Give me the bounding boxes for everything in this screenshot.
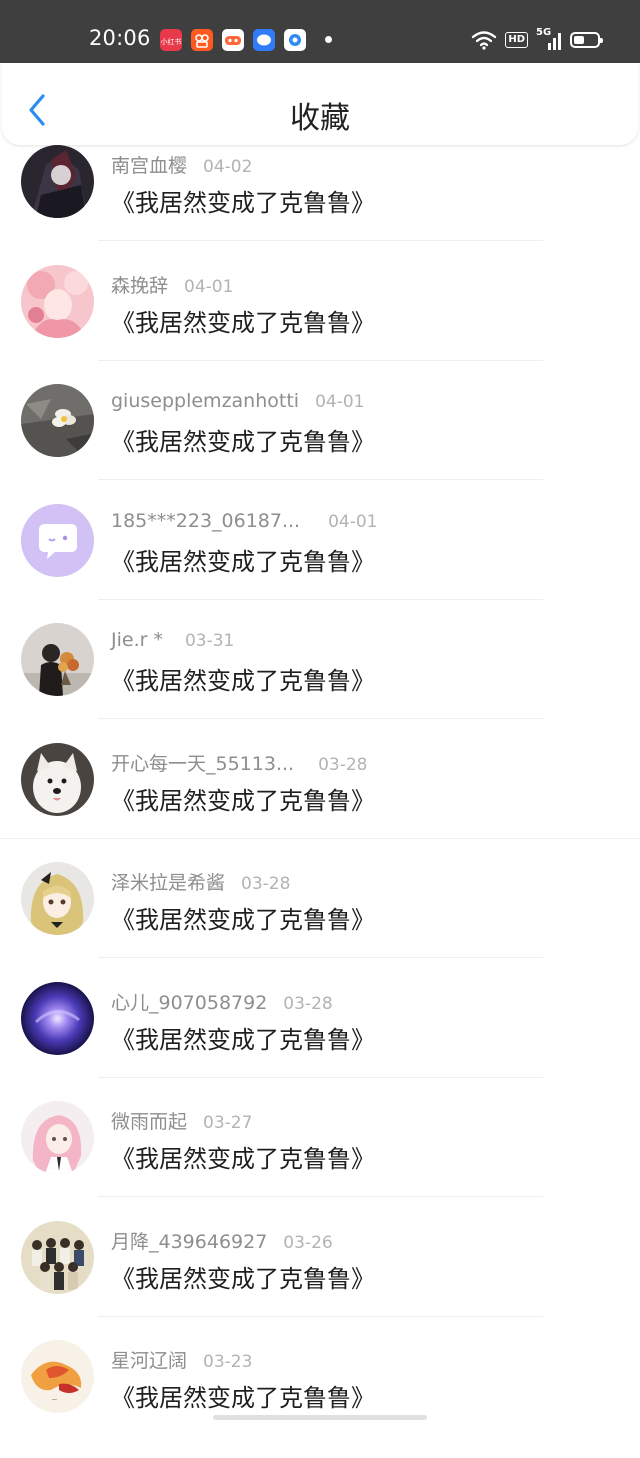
blonde-anime-avatar xyxy=(21,862,94,935)
more-notifications-dot xyxy=(325,36,332,43)
divider xyxy=(98,479,543,480)
item-meta: 微雨而起 03-27 xyxy=(111,1107,252,1134)
date: 04-01 xyxy=(184,276,234,297)
book-title[interactable]: 《我居然变成了克鲁鲁》 xyxy=(111,1259,375,1294)
username[interactable]: Jie.r * xyxy=(111,629,163,651)
group-photo-avatar xyxy=(21,1220,94,1294)
item-meta: 星河辽阔 03-23 xyxy=(111,1346,252,1373)
notification-app-icons: 小红书 xyxy=(160,29,306,51)
hd-badge: HD xyxy=(505,32,528,48)
username[interactable]: 森挽辞 xyxy=(111,275,168,297)
painting-avatar: ~ xyxy=(21,1340,94,1413)
list-item[interactable]: 月降_439646927 03-26 《我居然变成了克鲁鲁》 xyxy=(0,1219,640,1339)
divider xyxy=(98,1076,543,1078)
date: 03-27 xyxy=(203,1113,253,1133)
date: 04-01 xyxy=(315,392,365,412)
date: 04-02 xyxy=(203,157,253,177)
dark-anime-avatar xyxy=(21,145,94,218)
divider xyxy=(98,359,543,361)
list-item[interactable]: giusepplemzanhotti 04-01 《我居然变成了克鲁鲁》 xyxy=(0,382,640,502)
pink-hair-girl-avatar xyxy=(21,1101,94,1174)
book-title[interactable]: 《我居然变成了克鲁鲁》 xyxy=(111,661,375,696)
book-title[interactable]: 《我居然变成了克鲁鲁》 xyxy=(111,781,375,816)
svg-text:~: ~ xyxy=(51,1395,58,1404)
book-title[interactable]: 《我居然变成了克鲁鲁》 xyxy=(111,542,375,577)
svg-text:小红书: 小红书 xyxy=(161,37,182,46)
camera-app-icon xyxy=(284,29,306,51)
date: 03-28 xyxy=(283,993,333,1014)
item-meta: 泽米拉是希酱 03-28 xyxy=(111,868,290,895)
pink-anime-avatar xyxy=(21,264,94,338)
divider xyxy=(98,957,543,958)
username[interactable]: 月降_439646927 xyxy=(111,1231,267,1253)
status-time: 20:06 xyxy=(89,26,151,50)
page-title: 收藏 xyxy=(290,101,350,136)
list-item[interactable]: Jie.r * 03-31 《我居然变成了克鲁鲁》 xyxy=(0,621,640,741)
list-item[interactable]: 185***223_06187... 04-01 《我居然变成了克鲁鲁》 xyxy=(0,502,640,622)
wifi-icon xyxy=(472,31,497,50)
book-title[interactable]: 《我居然变成了克鲁鲁》 xyxy=(111,422,375,457)
username[interactable]: 心儿_907058792 xyxy=(111,992,267,1014)
username[interactable]: giusepplemzanhotti xyxy=(111,390,299,412)
username[interactable]: 南宫血樱 xyxy=(111,155,187,177)
username[interactable]: 泽米拉是希酱 xyxy=(111,872,225,894)
book-title[interactable]: 《我居然变成了克鲁鲁》 xyxy=(111,303,375,338)
signal-5g-icon: 5G xyxy=(536,27,562,51)
date: 03-23 xyxy=(203,1352,253,1372)
divider xyxy=(98,718,543,719)
date: 03-28 xyxy=(241,874,291,894)
username[interactable]: 185***223_06187... xyxy=(111,510,300,532)
list-item[interactable]: 心儿_907058792 03-28 《我居然变成了克鲁鲁》 xyxy=(0,980,640,1100)
divider xyxy=(98,240,543,241)
divider xyxy=(98,598,543,600)
book-title[interactable]: 《我居然变成了克鲁鲁》 xyxy=(111,1020,375,1055)
galaxy-avatar xyxy=(21,981,94,1055)
xiaohongshu-app-icon: 小红书 xyxy=(160,29,182,51)
date: 04-01 xyxy=(328,511,378,532)
list-item[interactable]: 泽米拉是希酱 03-28 《我居然变成了克鲁鲁》 xyxy=(0,860,640,980)
list-item[interactable]: ~ 星河辽阔 03-23 《我居然变成了克鲁鲁》 xyxy=(0,1338,640,1458)
book-title[interactable]: 《我居然变成了克鲁鲁》 xyxy=(111,900,375,935)
book-title[interactable]: 《我居然变成了克鲁鲁》 xyxy=(111,1378,375,1413)
favorites-list: 南宫血樱 04-02 《我居然变成了克鲁鲁》 森挽辞 04-01 《我居然变成了克鲁… xyxy=(0,145,640,1458)
item-meta: 心儿_907058792 03-28 xyxy=(111,988,333,1015)
list-item[interactable]: 微雨而起 03-27 《我居然变成了克鲁鲁》 xyxy=(0,1099,640,1219)
item-meta: giusepplemzanhotti 04-01 xyxy=(111,390,364,412)
list-item[interactable]: 开心每一天_55113... 03-28 《我居然变成了克鲁鲁》 xyxy=(0,741,640,861)
divider xyxy=(98,1196,543,1197)
username[interactable]: 微雨而起 xyxy=(111,1111,187,1133)
item-meta: 开心每一天_55113... 03-28 xyxy=(111,749,367,776)
chat-app-icon xyxy=(253,29,275,51)
username[interactable]: 星河辽阔 xyxy=(111,1350,187,1372)
date: 03-31 xyxy=(184,631,235,651)
date: 03-28 xyxy=(318,754,368,775)
book-title[interactable]: 《我居然变成了克鲁鲁》 xyxy=(111,1139,375,1174)
battery-icon xyxy=(570,32,603,48)
bouquet-photo-avatar xyxy=(21,623,94,696)
page-header: 收藏 xyxy=(2,63,638,145)
list-item[interactable]: 森挽辞 04-01 《我居然变成了克鲁鲁》 xyxy=(0,263,640,383)
username[interactable]: 开心每一天_55113... xyxy=(111,753,294,775)
item-meta: 185***223_06187... 04-01 xyxy=(111,510,378,532)
default-chat-avatar xyxy=(21,503,94,577)
game-center-app-icon xyxy=(222,29,244,51)
item-meta: 森挽辞 04-01 xyxy=(111,271,233,298)
divider xyxy=(98,1315,543,1317)
kuaishou-app-icon xyxy=(191,29,213,51)
status-bar: 20:06 小红书 HD 5G xyxy=(0,0,640,63)
divider xyxy=(0,837,640,839)
system-status-icons: HD 5G xyxy=(471,27,603,52)
home-indicator[interactable] xyxy=(213,1415,427,1420)
item-meta: Jie.r * 03-31 xyxy=(111,629,234,651)
white-dog-avatar xyxy=(21,742,94,816)
book-title[interactable]: 《我居然变成了克鲁鲁》 xyxy=(111,183,375,218)
date: 03-26 xyxy=(283,1232,333,1253)
item-meta: 月降_439646927 03-26 xyxy=(111,1227,333,1254)
item-meta: 南宫血樱 04-02 xyxy=(111,151,252,178)
list-item[interactable]: 南宫血樱 04-02 《我居然变成了克鲁鲁》 xyxy=(0,143,640,263)
flower-photo-avatar xyxy=(21,384,94,457)
